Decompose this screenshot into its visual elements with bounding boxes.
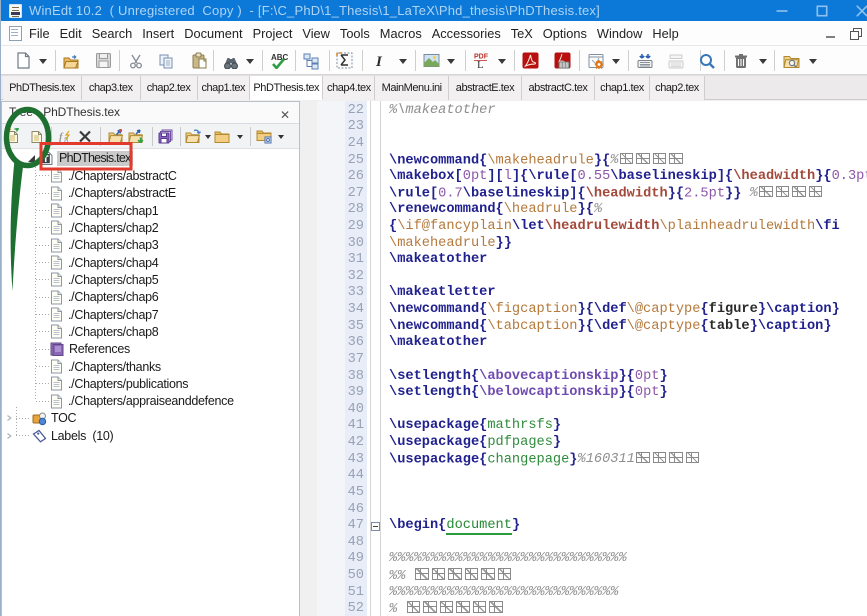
svg-text:I: I bbox=[375, 54, 383, 69]
svg-text:ABC: ABC bbox=[271, 53, 288, 62]
svg-text:8: 8 bbox=[64, 136, 69, 144]
